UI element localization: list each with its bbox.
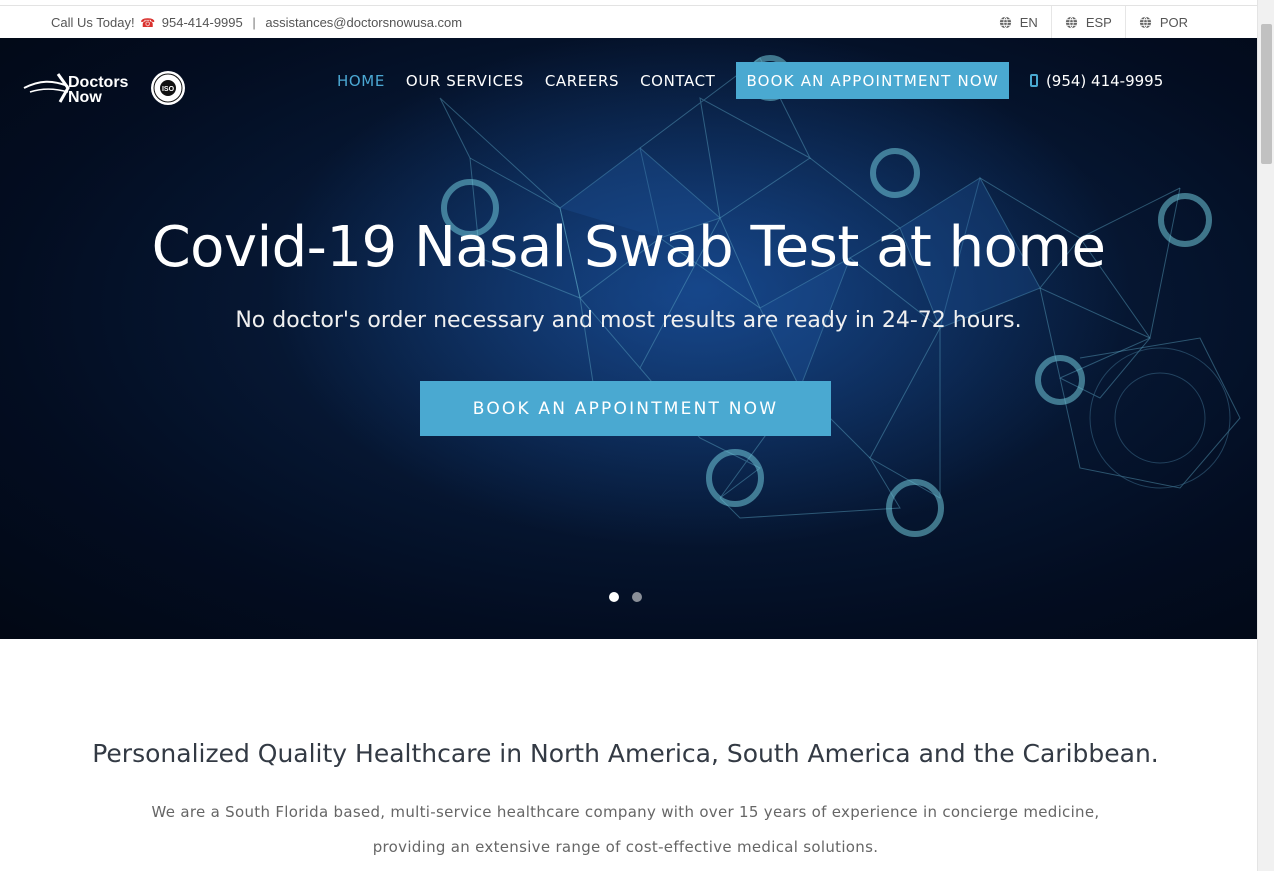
language-switcher: EN ESP POR xyxy=(986,6,1257,39)
mobile-phone-icon xyxy=(1029,74,1038,87)
main-nav: HOME OUR SERVICES CAREERS CONTACT BOOK A… xyxy=(337,62,1163,99)
lang-label: EN xyxy=(1019,15,1038,30)
iso-badge-text: ISO xyxy=(162,86,175,93)
lang-esp[interactable]: ESP xyxy=(1050,6,1125,39)
nav-phone-link[interactable]: (954) 414-9995 xyxy=(1029,71,1164,90)
hero-slider: Doctors Now ISO HOME OUR SERVICES CAREER… xyxy=(0,38,1257,639)
top-phone-link[interactable]: 954-414-9995 xyxy=(162,15,243,30)
call-us-label: Call Us Today! xyxy=(51,15,135,30)
lang-label: POR xyxy=(1159,15,1188,30)
vertical-scrollbar[interactable] xyxy=(1257,0,1274,871)
intro-paragraph: We are a South Florida based, multi-serv… xyxy=(0,795,1251,865)
nav-contact[interactable]: CONTACT xyxy=(640,72,715,90)
lang-por[interactable]: POR xyxy=(1124,6,1257,39)
nav-our-services[interactable]: OUR SERVICES xyxy=(406,72,524,90)
slider-dot-1[interactable] xyxy=(609,592,619,602)
virus-network-background xyxy=(270,38,1241,548)
nav-book-appointment-button[interactable]: BOOK AN APPOINTMENT NOW xyxy=(736,62,1009,99)
lang-en[interactable]: EN xyxy=(986,6,1051,39)
telephone-icon: ☎ xyxy=(140,16,156,30)
hero-book-appointment-button[interactable]: BOOK AN APPOINTMENT NOW xyxy=(420,381,831,436)
globe-icon xyxy=(999,16,1011,29)
nav-phone-number: (954) 414-9995 xyxy=(1045,71,1164,90)
page: Call Us Today! ☎ 954-414-9995 | assistan… xyxy=(0,0,1257,871)
intro-heading: Personalized Quality Healthcare in North… xyxy=(92,739,1159,768)
scrollbar-thumb[interactable] xyxy=(1261,24,1272,164)
globe-icon xyxy=(1139,16,1151,29)
nav-careers[interactable]: CAREERS xyxy=(545,72,619,90)
top-contact: Call Us Today! ☎ 954-414-9995 | assistan… xyxy=(51,15,462,30)
top-bar: Call Us Today! ☎ 954-414-9995 | assistan… xyxy=(0,5,1257,39)
logo-text-now: Now xyxy=(68,89,102,106)
slider-pagination xyxy=(609,592,642,602)
top-email-link[interactable]: assistances@doctorsnowusa.com xyxy=(265,15,462,30)
intro-line-1: We are a South Florida based, multi-serv… xyxy=(151,803,1100,821)
lang-label: ESP xyxy=(1085,15,1112,30)
slider-dot-2[interactable] xyxy=(632,592,642,602)
globe-icon xyxy=(1065,16,1077,29)
contact-separator: | xyxy=(252,15,256,30)
hero-subtitle: No doctor's order necessary and most res… xyxy=(235,308,1022,333)
doctors-now-logo[interactable]: Doctors Now ISO xyxy=(22,68,192,108)
hero-title: Covid-19 Nasal Swab Test at home xyxy=(151,215,1106,280)
intro-line-2: providing an extensive range of cost-eff… xyxy=(372,838,879,856)
nav-home[interactable]: HOME xyxy=(337,72,385,90)
